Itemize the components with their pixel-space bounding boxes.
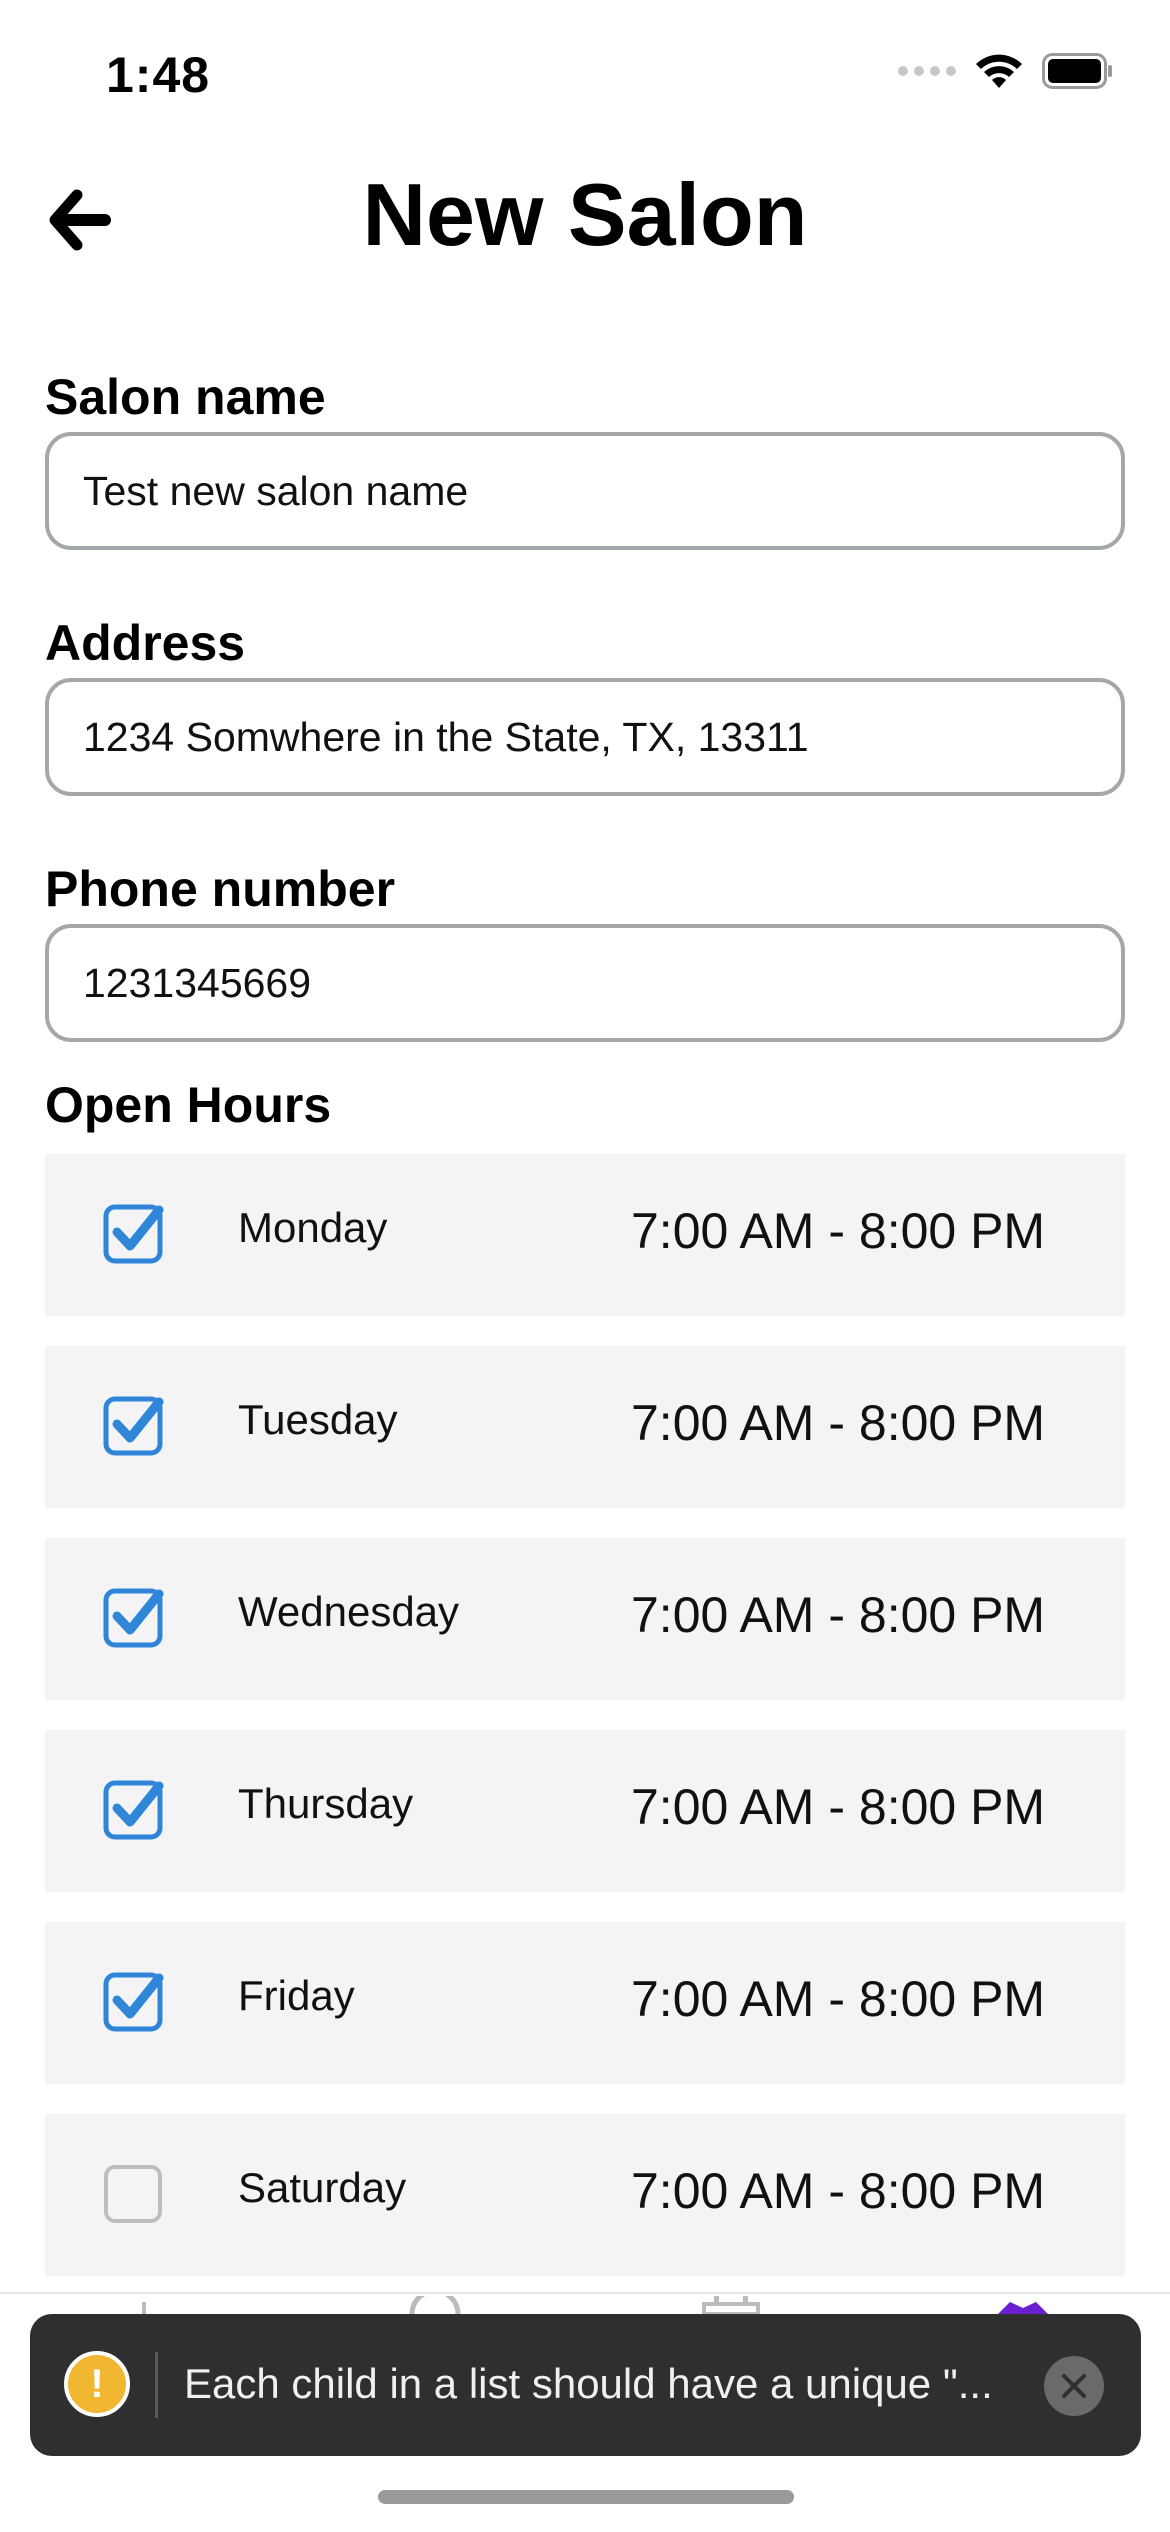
day-name: Friday (238, 1972, 355, 2019)
tab-calendar-icon[interactable] (698, 2296, 764, 2314)
address-value: 1234 Somwhere in the State, TX, 13311 (83, 713, 809, 760)
toast-close-button[interactable] (1044, 2356, 1104, 2416)
day-name: Tuesday (238, 1396, 398, 1443)
day-row-friday[interactable]: Friday 7:00 AM - 8:00 PM (45, 1922, 1125, 2084)
phone-label: Phone number (45, 861, 396, 917)
tab-bar-divider (0, 2292, 1170, 2294)
header: New Salon (0, 150, 1170, 280)
day-hours[interactable]: 7:00 AM - 8:00 PM (631, 1202, 1045, 1260)
day-hours[interactable]: 7:00 AM - 8:00 PM (631, 1778, 1045, 1836)
wifi-icon (976, 54, 1022, 88)
tab-salon-icon[interactable] (992, 2296, 1054, 2314)
day-row-saturday[interactable]: Saturday 7:00 AM - 8:00 PM (45, 2114, 1125, 2276)
phone-input[interactable]: 1231345669 (45, 924, 1125, 1042)
checkbox-checked-icon[interactable] (103, 1202, 165, 1264)
day-row-monday[interactable]: Monday 7:00 AM - 8:00 PM (45, 1154, 1125, 1316)
day-name: Thursday (238, 1780, 414, 1827)
day-hours[interactable]: 7:00 AM - 8:00 PM (631, 1586, 1045, 1644)
salon-name-input[interactable]: Test new salon name (45, 432, 1125, 550)
tab-home-icon[interactable] (140, 2296, 170, 2314)
status-time: 1:48 (106, 47, 211, 103)
toast-divider (155, 2352, 158, 2418)
day-hours[interactable]: 7:00 AM - 8:00 PM (631, 1394, 1045, 1452)
page-title: New Salon (362, 165, 808, 264)
phone-value: 1231345669 (83, 959, 312, 1006)
salon-name-label: Salon name (45, 369, 326, 425)
warning-icon: ! (64, 2351, 130, 2417)
day-row-thursday[interactable]: Thursday 7:00 AM - 8:00 PM (45, 1730, 1125, 1892)
day-row-tuesday[interactable]: Tuesday 7:00 AM - 8:00 PM (45, 1346, 1125, 1508)
home-indicator (378, 2490, 794, 2504)
day-name: Saturday (238, 2164, 407, 2211)
day-hours[interactable]: 7:00 AM - 8:00 PM (631, 2162, 1045, 2220)
battery-icon (1042, 53, 1112, 89)
checkbox-checked-icon[interactable] (103, 1586, 165, 1648)
salon-name-value: Test new salon name (83, 467, 469, 514)
checkbox-checked-icon[interactable] (103, 1778, 165, 1840)
address-input[interactable]: 1234 Somwhere in the State, TX, 13311 (45, 678, 1125, 796)
day-row-wednesday[interactable]: Wednesday 7:00 AM - 8:00 PM (45, 1538, 1125, 1700)
day-name: Wednesday (238, 1588, 460, 1635)
checkbox-empty-icon[interactable] (103, 2162, 165, 2224)
status-bar: 1:48 (0, 0, 1170, 150)
address-label: Address (45, 615, 246, 671)
error-toast[interactable]: ! Each child in a list should have a uni… (30, 2314, 1141, 2456)
checkbox-checked-icon[interactable] (103, 1394, 165, 1456)
checkbox-checked-icon[interactable] (103, 1970, 165, 2032)
day-name: Monday (238, 1204, 388, 1251)
day-hours[interactable]: 7:00 AM - 8:00 PM (631, 1970, 1045, 2028)
signal-icon (898, 66, 956, 76)
tab-profile-icon[interactable] (408, 2296, 462, 2314)
toast-message: Each child in a list should have a uniqu… (184, 2360, 993, 2407)
open-hours-label: Open Hours (45, 1077, 332, 1133)
close-icon (1062, 2374, 1086, 2398)
status-icons (898, 52, 1114, 90)
